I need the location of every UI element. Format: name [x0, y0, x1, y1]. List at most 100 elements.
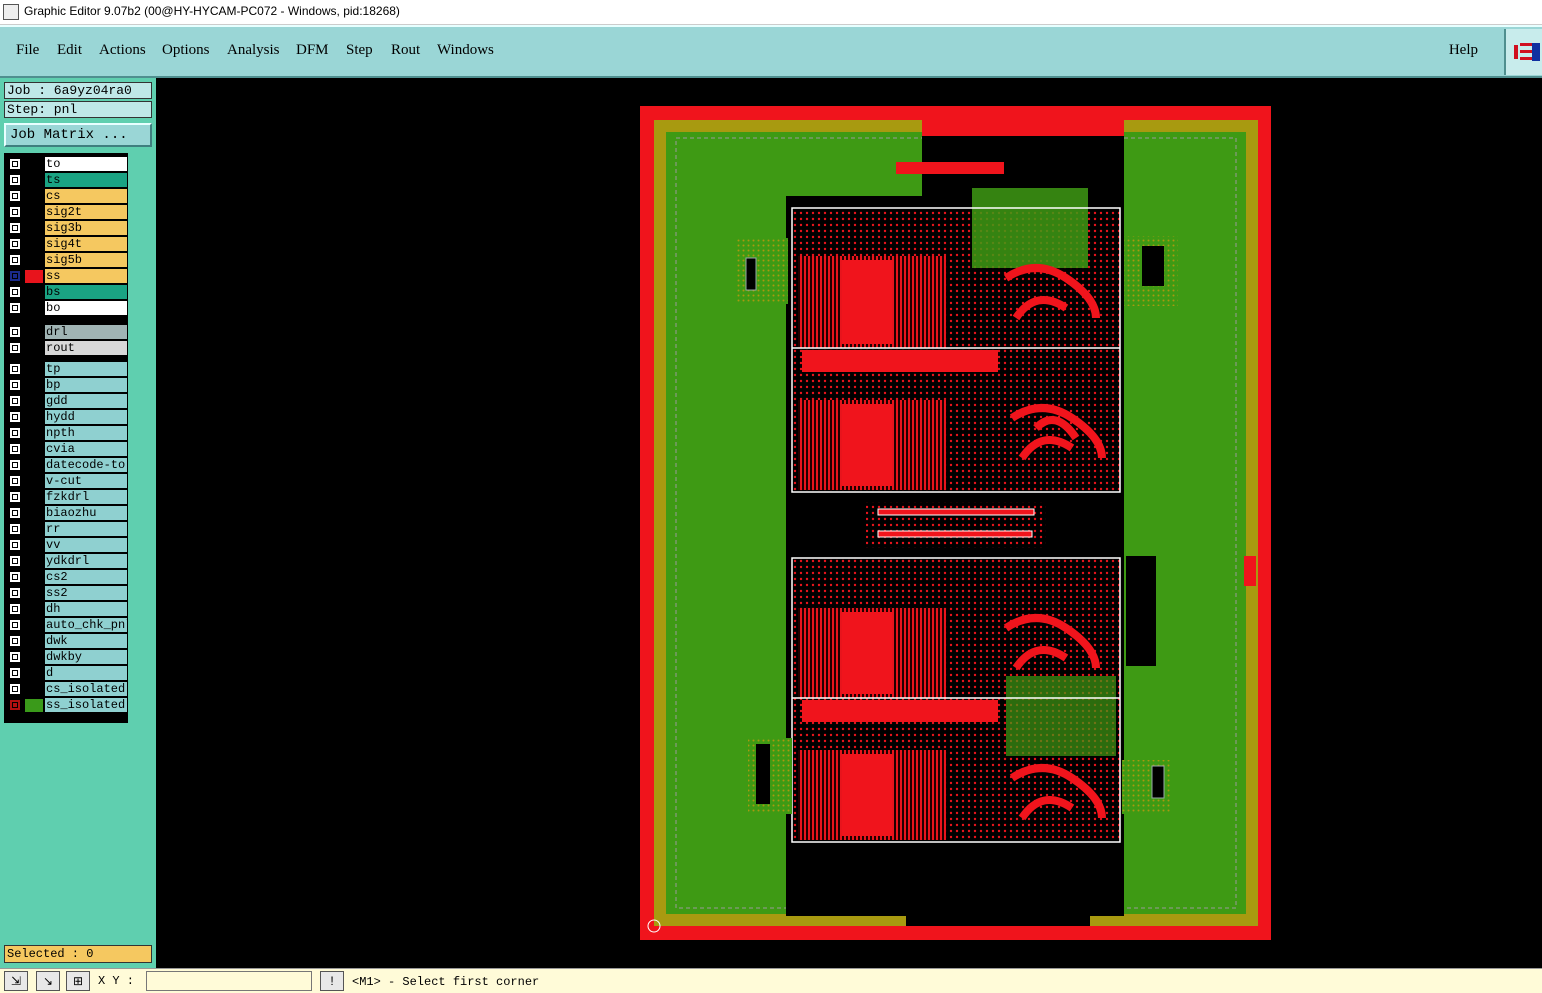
- xy-input[interactable]: [146, 971, 312, 991]
- menu-windows[interactable]: Windows: [437, 42, 494, 59]
- layer-name[interactable]: datecode-to: [45, 458, 127, 472]
- layer-color-swatch[interactable]: [25, 699, 43, 712]
- layer-checkbox[interactable]: [9, 523, 21, 535]
- layer-checkbox[interactable]: [9, 491, 21, 503]
- layer-color-swatch[interactable]: [25, 523, 43, 536]
- layer-color-swatch[interactable]: [25, 587, 43, 600]
- layer-checkbox[interactable]: [9, 342, 21, 354]
- layer-name[interactable]: auto_chk_pnl: [45, 618, 127, 632]
- menu-analysis[interactable]: Analysis: [227, 42, 280, 59]
- layer-row-d[interactable]: d: [8, 666, 127, 680]
- layer-row-rr[interactable]: rr: [8, 522, 127, 536]
- layer-checkbox[interactable]: [9, 302, 21, 314]
- layer-row-ydkdrl[interactable]: ydkdrl: [8, 554, 127, 568]
- measure-tool-icon[interactable]: ↘: [36, 971, 60, 991]
- layer-checkbox[interactable]: [9, 190, 21, 202]
- layer-color-swatch[interactable]: [25, 395, 43, 408]
- layer-checkbox[interactable]: [9, 238, 21, 250]
- layer-name[interactable]: dh: [45, 602, 127, 616]
- layer-name[interactable]: sig2t: [45, 205, 127, 219]
- resize-tool-icon[interactable]: ⇲: [4, 971, 28, 991]
- layer-name[interactable]: d: [45, 666, 127, 680]
- layer-color-swatch[interactable]: [25, 254, 43, 267]
- layer-row-dwk[interactable]: dwk: [8, 634, 127, 648]
- layer-name[interactable]: cvia: [45, 442, 127, 456]
- layer-color-swatch[interactable]: [25, 619, 43, 632]
- layer-name[interactable]: sig4t: [45, 237, 127, 251]
- layer-checkbox[interactable]: [9, 174, 21, 186]
- layer-checkbox[interactable]: [9, 427, 21, 439]
- layer-color-swatch[interactable]: [25, 302, 43, 315]
- layer-name[interactable]: biaozhu: [45, 506, 127, 520]
- job-matrix-button[interactable]: Job Matrix ...: [4, 123, 152, 147]
- layer-row-cs_isolated[interactable]: cs_isolated: [8, 682, 127, 696]
- layer-row-biaozhu[interactable]: biaozhu: [8, 506, 127, 520]
- layer-color-swatch[interactable]: [25, 286, 43, 299]
- layer-checkbox[interactable]: [9, 286, 21, 298]
- layer-row-auto_chk_pnl[interactable]: auto_chk_pnl: [8, 618, 127, 632]
- layer-color-swatch[interactable]: [25, 459, 43, 472]
- layer-checkbox[interactable]: [9, 667, 21, 679]
- layer-row-bp[interactable]: bp: [8, 378, 127, 392]
- menu-file[interactable]: File: [16, 42, 39, 59]
- layer-color-swatch[interactable]: [25, 571, 43, 584]
- layer-checkbox[interactable]: [9, 206, 21, 218]
- layer-checkbox[interactable]: [9, 254, 21, 266]
- layer-color-swatch[interactable]: [25, 475, 43, 488]
- layer-checkbox[interactable]: [9, 699, 21, 711]
- layer-checkbox[interactable]: [9, 507, 21, 519]
- menu-step[interactable]: Step: [346, 42, 373, 59]
- layer-name[interactable]: ss: [45, 269, 127, 283]
- layer-name[interactable]: v-cut: [45, 474, 127, 488]
- layer-color-swatch[interactable]: [25, 491, 43, 504]
- layer-color-swatch[interactable]: [25, 363, 43, 376]
- layer-name[interactable]: rout: [45, 341, 127, 355]
- layer-row-to[interactable]: to: [8, 157, 127, 171]
- layer-color-swatch[interactable]: [25, 206, 43, 219]
- layer-color-swatch[interactable]: [25, 555, 43, 568]
- layer-row-cs[interactable]: cs: [8, 189, 127, 203]
- layer-name[interactable]: bo: [45, 301, 127, 315]
- layer-checkbox[interactable]: [9, 619, 21, 631]
- layer-name[interactable]: dwk: [45, 634, 127, 648]
- menu-dfm[interactable]: DFM: [296, 42, 329, 59]
- layer-row-fzkdrl[interactable]: fzkdrl: [8, 490, 127, 504]
- layer-row-ts[interactable]: ts: [8, 173, 127, 187]
- layer-checkbox[interactable]: [9, 459, 21, 471]
- layer-color-swatch[interactable]: [25, 427, 43, 440]
- layer-row-bs[interactable]: bs: [8, 285, 127, 299]
- layer-row-drl[interactable]: drl: [8, 325, 127, 339]
- layer-checkbox[interactable]: [9, 635, 21, 647]
- layer-row-bo[interactable]: bo: [8, 301, 127, 315]
- menu-rout[interactable]: Rout: [391, 42, 420, 59]
- layer-name[interactable]: bp: [45, 378, 127, 392]
- layer-row-npth[interactable]: npth: [8, 426, 127, 440]
- layer-row-sig4t[interactable]: sig4t: [8, 237, 127, 251]
- layer-row-datecode-to[interactable]: datecode-to: [8, 458, 127, 472]
- layer-color-swatch[interactable]: [25, 651, 43, 664]
- layer-checkbox[interactable]: [9, 326, 21, 338]
- layer-checkbox[interactable]: [9, 158, 21, 170]
- layer-name[interactable]: sig3b: [45, 221, 127, 235]
- layer-row-tp[interactable]: tp: [8, 362, 127, 376]
- layer-color-swatch[interactable]: [25, 507, 43, 520]
- layer-checkbox[interactable]: [9, 539, 21, 551]
- layer-color-swatch[interactable]: [25, 222, 43, 235]
- grid-tool-icon[interactable]: ⊞: [66, 971, 90, 991]
- menu-edit[interactable]: Edit: [57, 42, 82, 59]
- layer-color-swatch[interactable]: [25, 603, 43, 616]
- layer-checkbox[interactable]: [9, 363, 21, 375]
- layer-color-swatch[interactable]: [25, 190, 43, 203]
- layer-name[interactable]: tp: [45, 362, 127, 376]
- layer-row-sig5b[interactable]: sig5b: [8, 253, 127, 267]
- layer-row-sig2t[interactable]: sig2t: [8, 205, 127, 219]
- layer-name[interactable]: cs_isolated: [45, 682, 127, 696]
- layer-name[interactable]: to: [45, 157, 127, 171]
- layer-name[interactable]: cs2: [45, 570, 127, 584]
- layer-row-gdd[interactable]: gdd: [8, 394, 127, 408]
- layer-name[interactable]: fzkdrl: [45, 490, 127, 504]
- layer-name[interactable]: rr: [45, 522, 127, 536]
- layer-row-dh[interactable]: dh: [8, 602, 127, 616]
- layer-row-dwkby[interactable]: dwkby: [8, 650, 127, 664]
- menu-help[interactable]: Help: [1449, 42, 1478, 59]
